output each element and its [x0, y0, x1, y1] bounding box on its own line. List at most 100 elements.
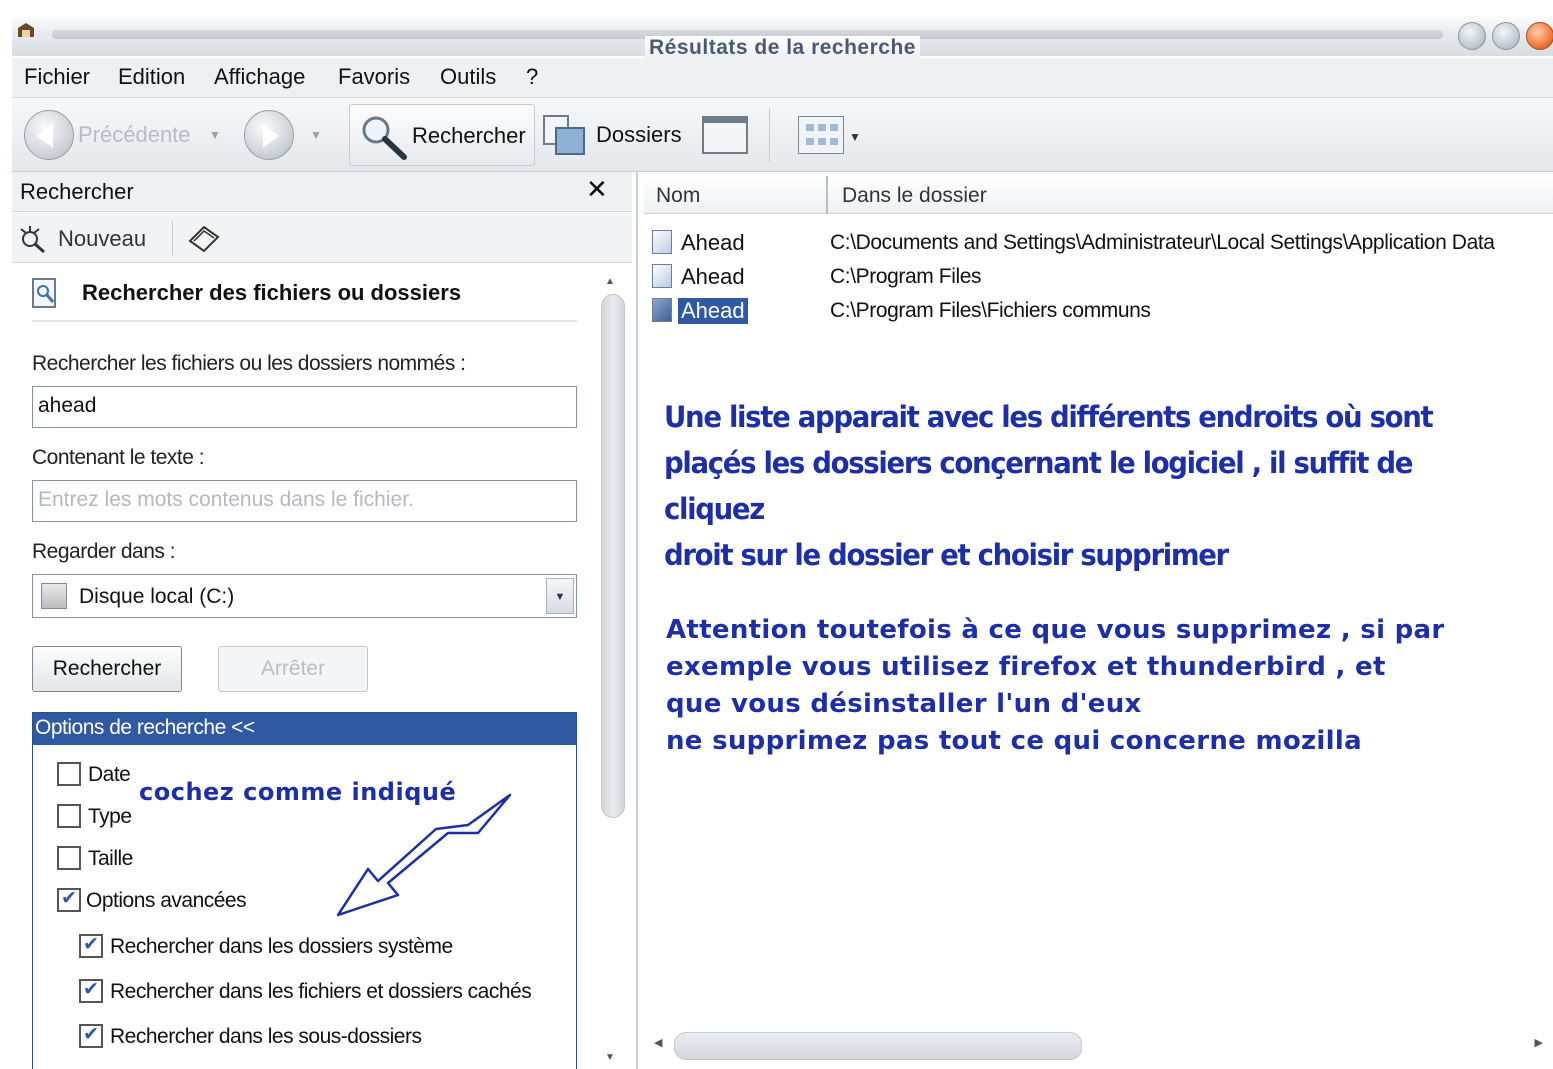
- window-view-icon[interactable]: [702, 116, 748, 154]
- warning-annotation: Attention toutefois à ce que vous suppri…: [666, 612, 1526, 760]
- folder-icon: [652, 230, 672, 254]
- name-field-label: Rechercher les fichiers ou les dossiers …: [32, 352, 466, 375]
- folders-label[interactable]: Dossiers: [596, 122, 682, 148]
- containing-text-input[interactable]: Entrez les mots contenus dans le fichier…: [32, 480, 577, 522]
- folder-icon: [652, 298, 672, 322]
- warning-line: que vous désinstaller l'un d'eux: [666, 689, 1142, 719]
- scroll-thumb[interactable]: [601, 294, 625, 818]
- date-checkbox[interactable]: [57, 762, 81, 786]
- search-options-header[interactable]: Options de recherche <<: [33, 713, 576, 745]
- save-search-icon[interactable]: [186, 223, 222, 253]
- drive-icon: [41, 583, 67, 609]
- menu-bar: Fichier Edition Affichage Favoris Outils…: [12, 58, 1553, 98]
- search-options-panel: Options de recherche << Date Type Taille…: [32, 712, 577, 1069]
- search-pane: Rechercher ✕ Nouveau Rechercher des fich…: [12, 172, 632, 1069]
- forward-dropdown-icon[interactable]: ▼: [310, 128, 322, 142]
- advanced-options-label: Options avancées: [86, 889, 247, 912]
- column-name[interactable]: Nom: [656, 184, 700, 208]
- toolbar: Précédente ▼ ▼ Rechercher Dossiers ▼: [12, 98, 1553, 172]
- close-pane-icon[interactable]: ✕: [586, 174, 608, 205]
- result-folder: C:\Program Files\Fichiers communs: [830, 299, 1151, 322]
- forward-button[interactable]: [244, 110, 294, 160]
- back-dropdown-icon[interactable]: ▼: [209, 128, 221, 142]
- date-label: Date: [88, 763, 131, 786]
- new-search-button[interactable]: Nouveau: [58, 226, 146, 252]
- instruction-line: plaçés les dossiers conçernant le logici…: [664, 446, 1413, 526]
- column-folder[interactable]: Dans le dossier: [842, 184, 987, 208]
- hidden-files-label: Rechercher dans les fichiers et dossiers…: [110, 980, 532, 1003]
- toolbar-separator: [769, 108, 770, 162]
- menu-favoris[interactable]: Favoris: [338, 64, 410, 90]
- results-pane: Nom Dans le dossier Ahead C:\Documents a…: [636, 172, 1553, 1069]
- title-bar: Résultats de la recherche: [12, 14, 1553, 59]
- search-pane-header: Rechercher ✕: [12, 172, 632, 212]
- menu-fichier[interactable]: Fichier: [24, 64, 90, 90]
- magnifier-icon: [362, 116, 407, 160]
- minimize-button[interactable]: [1458, 22, 1486, 50]
- app-icon: [18, 23, 34, 37]
- new-search-icon: [20, 226, 45, 253]
- views-icon[interactable]: [798, 116, 844, 154]
- text-field-label: Contenant le texte :: [32, 446, 205, 469]
- system-folders-checkbox[interactable]: [79, 933, 103, 958]
- warning-line: ne supprimez pas tout ce qui concerne mo…: [666, 726, 1362, 756]
- scroll-up-icon[interactable]: ▲: [605, 276, 615, 287]
- type-label: Type: [88, 805, 132, 828]
- instruction-annotation: Une liste apparait avec les différents e…: [664, 394, 1500, 578]
- warning-line: Attention toutefois à ce que vous suppri…: [666, 615, 1445, 645]
- results-column-header: Nom Dans le dossier: [644, 176, 1553, 214]
- annotation-arrow-icon: [336, 793, 512, 917]
- result-name[interactable]: Ahead: [678, 230, 748, 256]
- maximize-button[interactable]: [1492, 22, 1520, 50]
- search-toolbar-label: Rechercher: [412, 123, 526, 148]
- warning-line: exemple vous utilisez firefox et thunder…: [666, 652, 1386, 682]
- folders-icon[interactable]: [542, 112, 588, 158]
- chevron-down-icon[interactable]: ▼: [546, 578, 574, 614]
- subfolders-checkbox[interactable]: [79, 1023, 103, 1048]
- system-folders-label: Rechercher dans les dossiers système: [110, 935, 453, 958]
- menu-edition[interactable]: Edition: [118, 64, 185, 90]
- search-pane-toolbar: Nouveau: [12, 213, 632, 263]
- advanced-options-checkbox[interactable]: [57, 887, 81, 912]
- subfolders-label: Rechercher dans les sous-dossiers: [110, 1025, 422, 1048]
- results-horizontal-scrollbar[interactable]: ◀ ▶: [644, 1028, 1549, 1064]
- panel-divider: [32, 320, 577, 322]
- instruction-line: droit sur le dossier et choisir supprime…: [664, 538, 1229, 572]
- stop-button[interactable]: Arrêter: [218, 646, 368, 692]
- menu-help[interactable]: ?: [526, 64, 538, 90]
- search-files-icon: [32, 278, 56, 308]
- look-in-value: Disque local (C:): [79, 585, 235, 608]
- result-name[interactable]: Ahead: [678, 298, 748, 324]
- back-arrow-icon: [37, 124, 53, 148]
- menu-affichage[interactable]: Affichage: [214, 64, 305, 90]
- back-button[interactable]: [24, 110, 74, 160]
- window-title: Résultats de la recherche: [12, 36, 1553, 60]
- scroll-right-icon[interactable]: ▶: [1535, 1036, 1543, 1049]
- result-name[interactable]: Ahead: [678, 264, 748, 290]
- result-folder: C:\Program Files: [830, 265, 982, 288]
- look-in-select[interactable]: Disque local (C:) ▼: [32, 574, 577, 618]
- scroll-down-icon[interactable]: ▼: [605, 1052, 615, 1063]
- filename-input[interactable]: ahead: [32, 386, 577, 428]
- folder-icon: [652, 264, 672, 288]
- result-folder: C:\Documents and Settings\Administrateur…: [830, 231, 1495, 254]
- search-pane-title: Rechercher: [20, 179, 134, 204]
- column-divider[interactable]: [826, 176, 828, 214]
- menu-outils[interactable]: Outils: [440, 64, 496, 90]
- size-label: Taille: [88, 847, 133, 870]
- scroll-left-icon[interactable]: ◀: [654, 1036, 662, 1049]
- search-button[interactable]: Rechercher: [32, 646, 182, 692]
- views-dropdown-icon[interactable]: ▼: [849, 130, 861, 144]
- type-checkbox[interactable]: [57, 804, 81, 828]
- horizontal-scroll-thumb[interactable]: [674, 1032, 1082, 1060]
- instruction-line: Une liste apparait avec les différents e…: [664, 400, 1434, 434]
- back-label: Précédente: [78, 122, 191, 147]
- close-window-button[interactable]: [1526, 22, 1553, 50]
- size-checkbox[interactable]: [57, 846, 81, 870]
- panel-title: Rechercher des fichiers ou dossiers: [82, 280, 462, 305]
- search-toolbar-button[interactable]: Rechercher: [349, 104, 535, 166]
- look-in-label: Regarder dans :: [32, 540, 176, 563]
- hidden-files-checkbox[interactable]: [79, 978, 103, 1003]
- forward-arrow-icon: [263, 124, 279, 148]
- search-pane-scrollbar[interactable]: ▲ ▼: [598, 272, 628, 1069]
